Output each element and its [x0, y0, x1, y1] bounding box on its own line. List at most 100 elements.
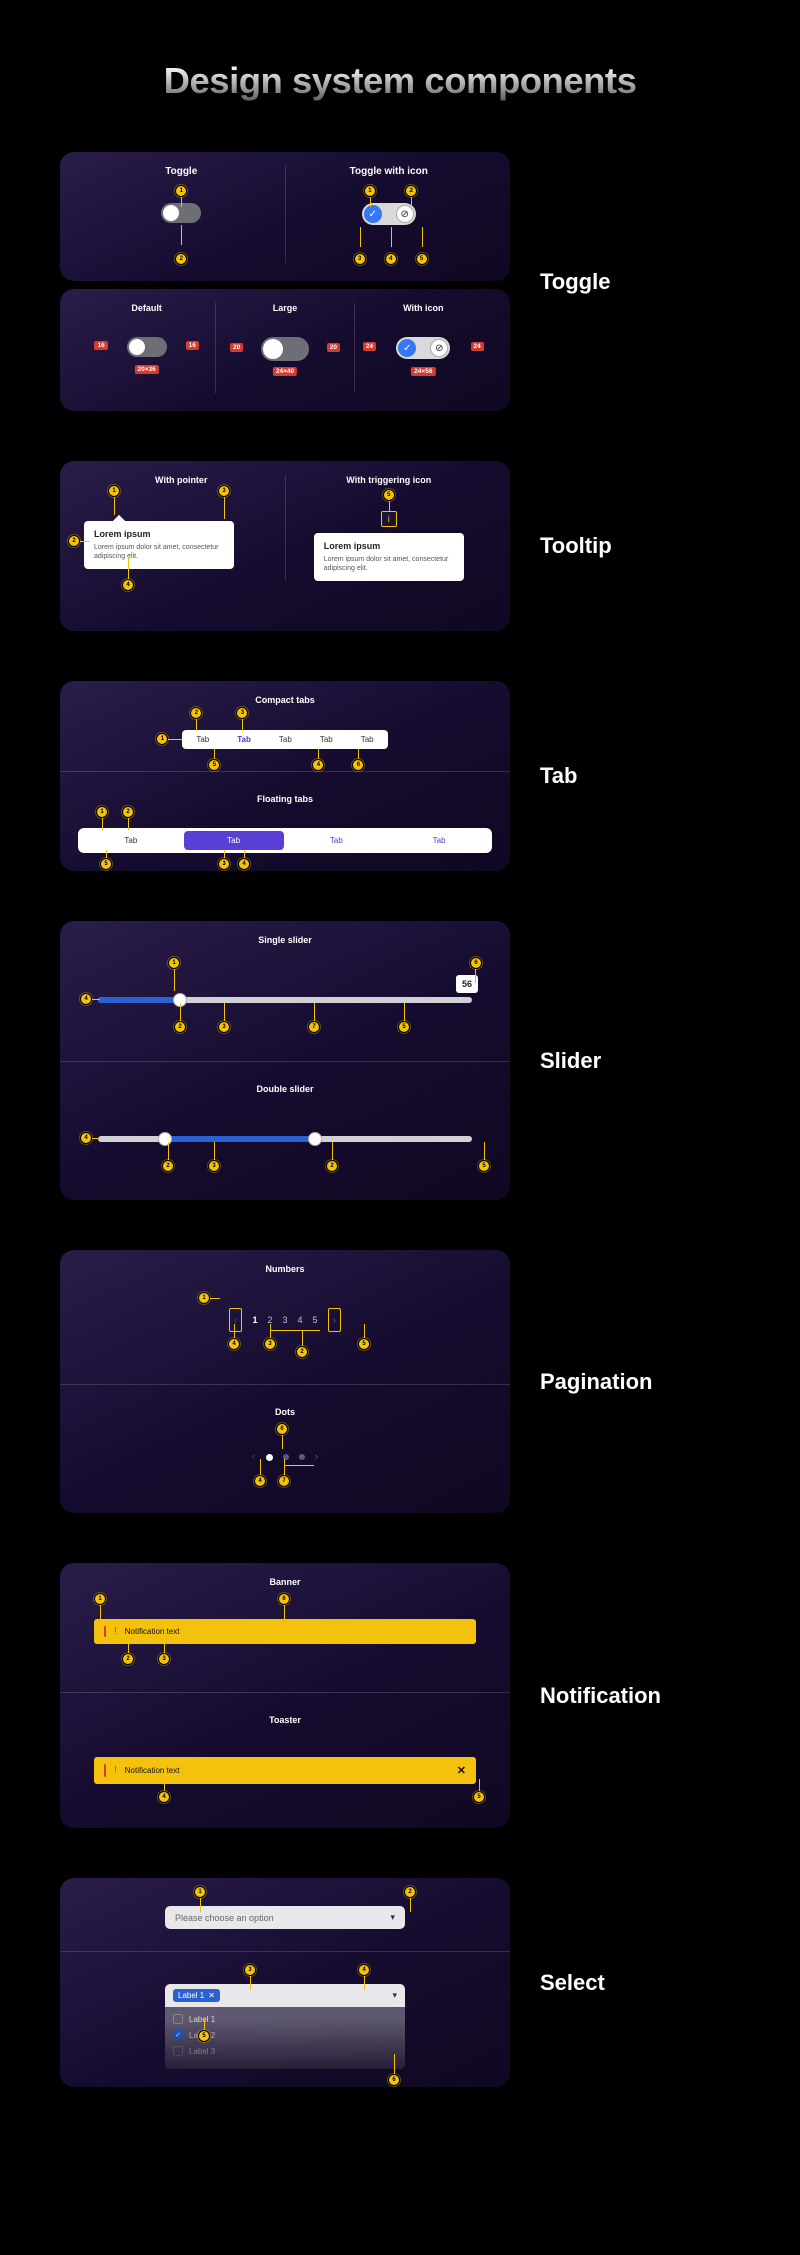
check-icon: ✓ — [364, 205, 382, 223]
section-pagination: Numbers ‹ 1 2 3 4 5 › — [0, 1250, 800, 1513]
dim-tag: 20 — [230, 343, 243, 352]
dim-tag: 20×36 — [135, 365, 159, 374]
toggle-spec-card: Toggle Toggle with icon ✓ — [60, 152, 510, 281]
close-icon[interactable]: ✕ — [457, 1764, 466, 1777]
single-slider[interactable]: 56 — [98, 997, 472, 1003]
variant-label: Compact tabs — [78, 695, 492, 705]
tabs-floating: Tab Tab Tab Tab — [78, 828, 492, 853]
variant-label: Toaster — [78, 1715, 492, 1725]
section-tab: Compact tabs Tab Tab Tab Tab Tab — [0, 681, 800, 871]
section-label: Notification — [540, 1683, 661, 1709]
tooltip: Lorem ipsum Lorem ipsum dolor sit amet, … — [84, 521, 234, 569]
page-title: Design system components — [0, 60, 800, 102]
variant-label: Large — [216, 303, 353, 313]
dim-tag: 24×40 — [273, 367, 297, 376]
dim-tag: 16 — [186, 341, 199, 350]
select-single[interactable]: Please choose an option ▾ — [165, 1906, 405, 1929]
section-label: Toggle — [540, 269, 610, 295]
section-label: Pagination — [540, 1369, 652, 1395]
alert-icon: ! — [114, 1626, 117, 1637]
variant-label: Single slider — [78, 935, 492, 945]
tab-item[interactable]: Tab — [389, 831, 489, 850]
section-label: Tooltip — [540, 533, 612, 559]
dim-tag: 16 — [94, 341, 107, 350]
tooltip: Lorem ipsum Lorem ipsum dolor sit amet, … — [314, 533, 464, 581]
tooltip-body: Lorem ipsum dolor sit amet, consectetur … — [324, 555, 454, 573]
section-slider: Single slider 56 — [0, 921, 800, 1200]
variant-label: Default — [78, 303, 215, 313]
variant-label: Floating tabs — [78, 794, 492, 804]
tooltip-title: Lorem ipsum — [324, 541, 454, 551]
double-slider[interactable] — [98, 1136, 472, 1142]
select-option[interactable]: Label 1 — [173, 2011, 397, 2027]
tab-item[interactable]: Tab — [265, 730, 306, 749]
toggle-icon-switch[interactable]: ✓ ⊘ — [396, 337, 450, 359]
section-tooltip: With pointer Lorem ipsum Lorem ipsum dol… — [0, 461, 800, 631]
variant-label: Toggle — [78, 166, 285, 177]
page-number[interactable]: 4 — [298, 1315, 303, 1325]
slider-card: Single slider 56 — [60, 921, 510, 1200]
section-label: Select — [540, 1970, 605, 1996]
tabs-compact: Tab Tab Tab Tab Tab — [182, 730, 387, 749]
pagination-card: Numbers ‹ 1 2 3 4 5 › — [60, 1250, 510, 1513]
tab-item[interactable]: Tab — [306, 730, 347, 749]
section-label: Tab — [540, 763, 577, 789]
variant-label: With pointer — [78, 475, 285, 485]
notification-text: Notification text — [125, 1766, 449, 1775]
variant-label: Dots — [78, 1407, 492, 1417]
select-placeholder: Please choose an option — [175, 1913, 274, 1923]
tab-item[interactable]: Tab — [182, 730, 223, 749]
check-icon: ✓ — [398, 339, 416, 357]
chevron-right-icon[interactable]: › — [315, 1451, 319, 1463]
notification-text: Notification text — [125, 1627, 466, 1636]
variant-label: Toggle with icon — [286, 166, 493, 177]
section-toggle: Toggle Toggle with icon ✓ — [0, 152, 800, 411]
dim-tag: 20 — [327, 343, 340, 352]
variant-label: Numbers — [78, 1264, 492, 1274]
select-card: Please choose an option ▾ Label 1✕ ▾ Lab… — [60, 1878, 510, 2087]
select-chip[interactable]: Label 1✕ — [173, 1989, 220, 2002]
pagination-numbers: ‹ 1 2 3 4 5 › — [229, 1308, 341, 1332]
tab-item[interactable]: Tab — [184, 831, 284, 850]
select-multi[interactable]: Label 1✕ ▾ Label 1 ✓Label 2 Label 3 — [165, 1984, 405, 2069]
chevron-left-icon[interactable]: ‹ — [252, 1451, 256, 1463]
dim-tag: 24 — [363, 342, 376, 351]
toggle-switch[interactable] — [127, 337, 167, 357]
tooltip-body: Lorem ipsum dolor sit amet, consectetur … — [94, 543, 224, 561]
info-icon[interactable]: i — [381, 511, 397, 527]
toggle-dim-card: Default 16 16 20×36 Large 20 20 — [60, 289, 510, 411]
section-label: Slider — [540, 1048, 601, 1074]
slider-handle[interactable] — [158, 1132, 172, 1146]
tooltip-card: With pointer Lorem ipsum Lorem ipsum dol… — [60, 461, 510, 631]
pagination-dots: ‹ › — [252, 1451, 318, 1463]
tab-item[interactable]: Tab — [347, 730, 388, 749]
section-notification: Banner ! Notification text Toaster — [0, 1563, 800, 1828]
section-select: Please choose an option ▾ Label 1✕ ▾ Lab… — [0, 1878, 800, 2087]
cancel-icon: ⊘ — [396, 205, 414, 223]
notification-card: Banner ! Notification text Toaster — [60, 1563, 510, 1828]
notification-toaster: ! Notification text ✕ — [94, 1757, 476, 1784]
variant-label: Banner — [78, 1577, 492, 1587]
chevron-down-icon: ▾ — [392, 1990, 397, 2001]
page-number[interactable]: 1 — [252, 1315, 257, 1325]
tooltip-title: Lorem ipsum — [94, 529, 224, 539]
variant-label: With icon — [355, 303, 492, 313]
variant-label: Double slider — [78, 1084, 492, 1094]
dim-tag: 24 — [471, 342, 484, 351]
notification-banner: ! Notification text — [94, 1619, 476, 1644]
chevron-down-icon: ▾ — [390, 1912, 395, 1923]
slider-handle[interactable] — [308, 1132, 322, 1146]
tab-item[interactable]: Tab — [81, 831, 181, 850]
pagination-dot[interactable] — [266, 1454, 273, 1461]
chevron-right-icon[interactable]: › — [333, 1315, 337, 1327]
toggle-switch-large[interactable] — [261, 337, 309, 361]
variant-label: With triggering icon — [286, 475, 493, 485]
page-number[interactable]: 5 — [313, 1315, 318, 1325]
page-number[interactable]: 3 — [282, 1315, 287, 1325]
tab-card: Compact tabs Tab Tab Tab Tab Tab — [60, 681, 510, 871]
close-icon[interactable]: ✕ — [208, 1991, 215, 2000]
tab-item[interactable]: Tab — [287, 831, 387, 850]
tab-item[interactable]: Tab — [223, 730, 265, 749]
pagination-dot[interactable] — [299, 1454, 305, 1460]
select-option[interactable]: Label 3 — [173, 2043, 397, 2059]
